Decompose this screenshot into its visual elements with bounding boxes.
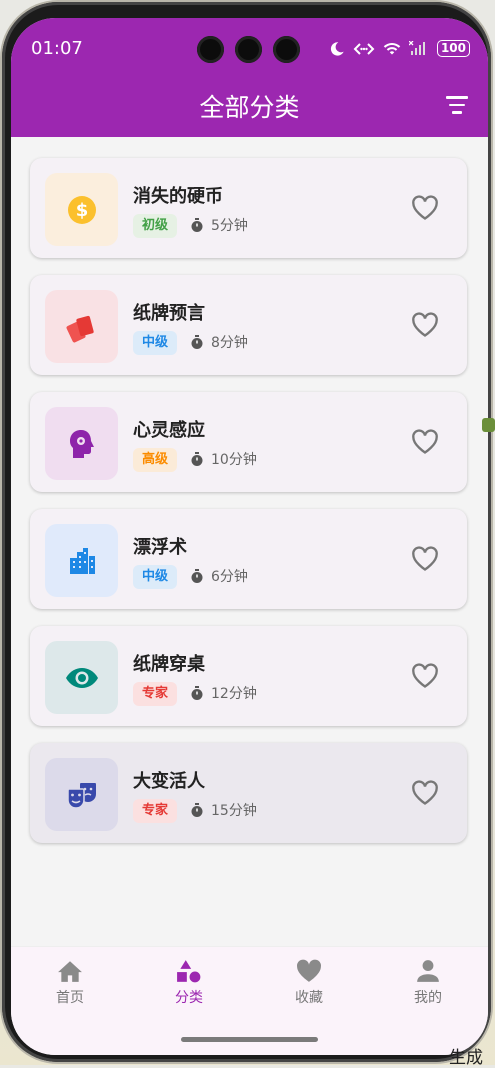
item-name: 大变活人 [133, 771, 205, 792]
item-icon-box [45, 758, 118, 831]
edge-window-icon [482, 418, 495, 432]
cards-icon [66, 315, 94, 342]
duration: 8分钟 [190, 332, 248, 352]
list-item[interactable]: 大变活人 专家 15分钟 [30, 743, 467, 843]
home-icon [58, 961, 82, 982]
person-icon [417, 960, 439, 982]
screen: 01:07 100 全部分类 $ 消失的硬币 初级 5分钟 纸牌预言 中级 8分… [11, 18, 488, 1055]
app-bar: 全部分类 [11, 78, 488, 137]
list-item[interactable]: 纸牌预言 中级 8分钟 [30, 275, 467, 375]
item-name: 漂浮术 [133, 537, 187, 558]
stopwatch-icon [191, 685, 203, 700]
duration-label: 10分钟 [211, 452, 257, 468]
nav-label: 首页 [56, 990, 84, 1006]
camera-lens-icon [273, 36, 300, 63]
camera-lens-icon [197, 36, 224, 63]
duration: 12分钟 [190, 683, 257, 703]
stopwatch-icon [191, 217, 203, 232]
nav-label: 我的 [414, 990, 442, 1006]
filter-icon[interactable] [446, 96, 468, 114]
wifi-icon [383, 42, 401, 55]
theater-masks-icon [66, 782, 96, 809]
heart-outline-icon[interactable] [411, 780, 439, 806]
nav-item-home[interactable]: 首页 [30, 959, 110, 1007]
level-badge: 初级 [133, 214, 178, 238]
duration-label: 5分钟 [211, 218, 248, 234]
heart-icon [297, 959, 321, 982]
stopwatch-icon [191, 451, 203, 466]
data-transfer-icon [353, 42, 375, 55]
stopwatch-icon [191, 568, 203, 583]
list-item[interactable]: 纸牌穿桌 专家 12分钟 [30, 626, 467, 726]
status-icons: 100 [329, 40, 470, 57]
eye-icon [65, 667, 98, 688]
duration: 5分钟 [190, 215, 248, 235]
heart-outline-icon[interactable] [411, 429, 439, 455]
list-item[interactable]: 漂浮术 中级 6分钟 [30, 509, 467, 609]
moon-icon [330, 41, 344, 56]
city-icon [69, 547, 95, 574]
duration: 15分钟 [190, 800, 257, 820]
heart-outline-icon[interactable] [411, 546, 439, 572]
edge-text: 生成 [449, 1048, 483, 1068]
level-badge: 高级 [133, 448, 178, 472]
heart-outline-icon[interactable] [411, 195, 439, 221]
item-name: 纸牌穿桌 [133, 654, 205, 675]
no-signal-icon [408, 41, 425, 55]
battery-icon: 100 [436, 40, 470, 57]
page-title: 全部分类 [199, 93, 300, 122]
duration: 10分钟 [190, 449, 257, 469]
psychology-icon [69, 429, 94, 458]
svg-text:$: $ [75, 200, 88, 221]
nav-label: 收藏 [295, 990, 323, 1006]
duration: 6分钟 [190, 566, 248, 586]
level-badge: 专家 [133, 682, 178, 706]
item-icon-box [45, 524, 118, 597]
duration-label: 8分钟 [211, 335, 248, 351]
heart-outline-icon[interactable] [411, 663, 439, 689]
level-badge: 专家 [133, 799, 178, 823]
duration-label: 6分钟 [211, 569, 248, 585]
item-name: 心灵感应 [133, 420, 205, 441]
stopwatch-icon [191, 802, 203, 817]
level-badge: 中级 [133, 331, 178, 355]
level-badge: 中级 [133, 565, 178, 589]
camera-lens-icon [235, 36, 262, 63]
stopwatch-icon [191, 334, 203, 349]
status-bar: 01:07 100 [11, 18, 488, 78]
nav-item-category[interactable]: 分类 [149, 959, 229, 1007]
item-icon-box [45, 290, 118, 363]
item-icon-box [45, 641, 118, 714]
nav-item-profile[interactable]: 我的 [388, 959, 468, 1007]
home-indicator[interactable] [181, 1037, 318, 1042]
item-icon-box [45, 407, 118, 480]
category-icon [177, 960, 201, 983]
category-list: $ 消失的硬币 初级 5分钟 纸牌预言 中级 8分钟 心灵感应 高级 10分钟 … [30, 158, 467, 860]
duration-label: 15分钟 [211, 803, 257, 819]
item-icon-box: $ [45, 173, 118, 246]
phone-frame: 01:07 100 全部分类 $ 消失的硬币 初级 5分钟 纸牌预言 中级 8分… [2, 2, 491, 1062]
duration-label: 12分钟 [211, 686, 257, 702]
status-time: 01:07 [31, 38, 83, 59]
item-name: 纸牌预言 [133, 303, 205, 324]
coin-icon: $ [67, 195, 96, 224]
list-item[interactable]: $ 消失的硬币 初级 5分钟 [30, 158, 467, 258]
camera-cutout [197, 36, 300, 63]
list-item[interactable]: 心灵感应 高级 10分钟 [30, 392, 467, 492]
item-name: 消失的硬币 [133, 186, 223, 207]
heart-outline-icon[interactable] [411, 312, 439, 338]
nav-item-favorites[interactable]: 收藏 [269, 959, 349, 1007]
nav-label: 分类 [175, 990, 203, 1006]
